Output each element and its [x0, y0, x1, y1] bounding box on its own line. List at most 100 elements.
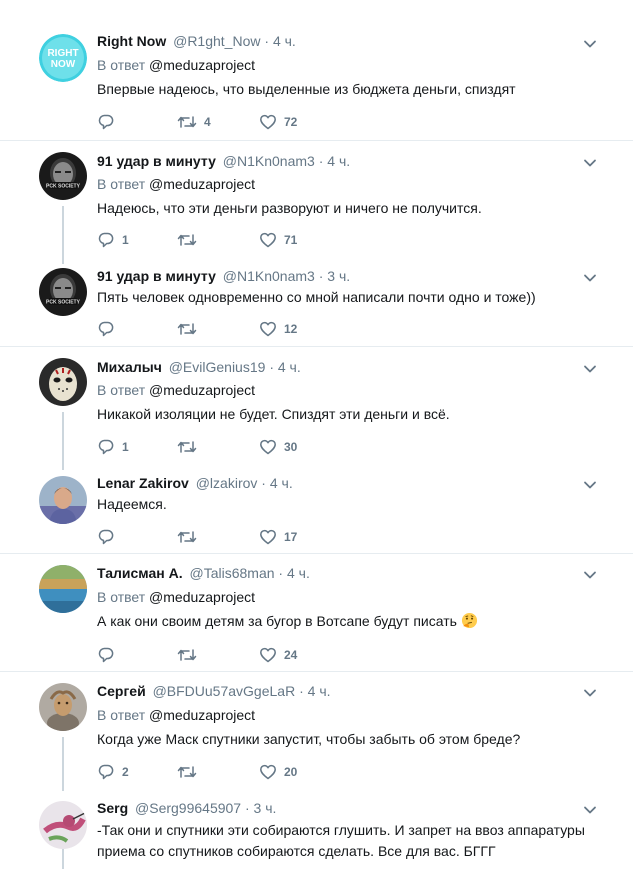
timestamp[interactable]: 4 ч.: [270, 475, 293, 491]
user-handle[interactable]: @EvilGenius19: [169, 359, 266, 375]
tweet[interactable]: RIGHT NOW Right Now @R1ght_Now · 4 ч. В …: [0, 0, 633, 140]
reply-context: В ответ @meduzaproject: [97, 707, 256, 723]
tweet[interactable]: PCK SOCIETY 91 удар в минуту @N1Kn0nam3 …: [0, 141, 633, 261]
user-handle[interactable]: @Talis68man: [189, 565, 274, 581]
display-name[interactable]: 91 удар в минуту: [97, 153, 216, 169]
retweet-button[interactable]: [177, 437, 204, 457]
reply-button[interactable]: [97, 319, 122, 339]
display-name[interactable]: Сергей: [97, 683, 146, 699]
caret-down-icon[interactable]: [582, 155, 598, 171]
display-name[interactable]: Lenar Zakirov: [97, 475, 189, 491]
like-button[interactable]: 12: [259, 319, 297, 339]
avatar[interactable]: [39, 358, 87, 406]
like-button[interactable]: 24: [259, 645, 297, 665]
user-handle[interactable]: @Serg99645907: [135, 800, 241, 816]
timestamp[interactable]: 4 ч.: [327, 153, 350, 169]
mention-link[interactable]: @meduzaproject: [149, 589, 255, 605]
like-button[interactable]: 72: [259, 112, 297, 132]
caret-down-icon[interactable]: [582, 802, 598, 818]
svg-text:PCK SOCIETY: PCK SOCIETY: [46, 184, 81, 190]
reply-context: В ответ @meduzaproject: [97, 176, 256, 192]
avatar[interactable]: PCK SOCIETY: [39, 152, 87, 200]
avatar[interactable]: [39, 801, 87, 849]
user-handle[interactable]: @R1ght_Now: [173, 33, 260, 49]
caret-down-icon[interactable]: [582, 477, 598, 493]
like-button[interactable]: 20: [259, 762, 297, 782]
reply-button[interactable]: 1: [97, 230, 129, 250]
retweet-button[interactable]: [177, 230, 204, 250]
retweet-button[interactable]: [177, 645, 204, 665]
reply-icon: [98, 114, 114, 130]
tweet[interactable]: PCK SOCIETY 91 удар в минуту @N1Kn0nam3 …: [0, 261, 633, 346]
display-name[interactable]: Михалыч: [97, 359, 162, 375]
reply-icon: [98, 529, 114, 545]
timestamp[interactable]: 4 ч.: [287, 565, 310, 581]
like-count: 30: [284, 440, 298, 454]
tweet[interactable]: Сергей @BFDUu57avGgeLaR · 4 ч. В ответ @…: [0, 672, 633, 792]
display-name[interactable]: Right Now: [97, 33, 166, 49]
tweet-header: Serg @Serg99645907 · 3 ч.: [97, 800, 277, 816]
retweet-button[interactable]: [177, 527, 204, 547]
like-button[interactable]: 17: [259, 527, 297, 547]
retweet-count: 4: [204, 115, 211, 129]
retweet-icon: [177, 531, 197, 543]
reply-count: 2: [122, 765, 129, 779]
retweet-button[interactable]: 4: [177, 112, 211, 132]
like-icon: [260, 764, 276, 780]
reply-button[interactable]: [97, 112, 122, 132]
avatar[interactable]: RIGHT NOW: [39, 34, 87, 82]
like-button[interactable]: 71: [259, 230, 297, 250]
mention-link[interactable]: @meduzaproject: [149, 57, 255, 73]
like-icon: [260, 114, 276, 130]
reply-count: 1: [122, 440, 129, 454]
caret-down-icon[interactable]: [582, 361, 598, 377]
display-name[interactable]: 91 удар в минуту: [97, 268, 216, 284]
tweet-actions: 17: [97, 527, 397, 547]
tweet[interactable]: Талисман А. @Talis68man · 4 ч. В ответ @…: [0, 554, 633, 671]
tweet[interactable]: Lenar Zakirov @lzakirov · 4 ч. Надеемся.…: [0, 467, 633, 553]
retweet-icon: [177, 649, 197, 661]
thread-line: [62, 849, 64, 869]
avatar[interactable]: [39, 565, 87, 613]
caret-down-icon[interactable]: [582, 685, 598, 701]
caret-down-icon[interactable]: [582, 567, 598, 583]
display-name[interactable]: Serg: [97, 800, 128, 816]
avatar[interactable]: [39, 476, 87, 524]
like-count: 71: [284, 233, 298, 247]
reply-button[interactable]: 2: [97, 762, 129, 782]
timestamp[interactable]: 4 ч.: [308, 683, 331, 699]
like-icon: [260, 647, 276, 663]
reply-icon: [98, 232, 114, 248]
tweet-text: Впервые надеюсь, что выделенные из бюдже…: [97, 81, 516, 97]
avatar[interactable]: PCK SOCIETY: [39, 268, 87, 316]
tweet[interactable]: Михалыч @EvilGenius19 · 4 ч. В ответ @me…: [0, 347, 633, 467]
user-handle[interactable]: @lzakirov: [196, 475, 258, 491]
tweet-actions: 2 20: [97, 762, 397, 782]
timestamp[interactable]: 3 ч.: [327, 268, 350, 284]
tweet-header: Талисман А. @Talis68man · 4 ч.: [97, 565, 310, 581]
reply-button[interactable]: 1: [97, 437, 129, 457]
mention-link[interactable]: @meduzaproject: [149, 176, 255, 192]
reply-icon: [98, 764, 114, 780]
timestamp[interactable]: 3 ч.: [254, 800, 277, 816]
tweet-text: Надеемся.: [97, 496, 167, 512]
display-name[interactable]: Талисман А.: [97, 565, 183, 581]
retweet-button[interactable]: [177, 319, 204, 339]
mention-link[interactable]: @meduzaproject: [149, 382, 255, 398]
user-handle[interactable]: @BFDUu57avGgeLaR: [153, 683, 296, 699]
reply-button[interactable]: [97, 527, 122, 547]
user-handle[interactable]: @N1Kn0nam3: [223, 268, 315, 284]
user-handle[interactable]: @N1Kn0nam3: [223, 153, 315, 169]
tweet-header: 91 удар в минуту @N1Kn0nam3 · 3 ч.: [97, 268, 351, 284]
avatar[interactable]: [39, 683, 87, 731]
tweet[interactable]: Serg @Serg99645907 · 3 ч. -Так они и спу…: [0, 792, 633, 869]
timestamp[interactable]: 4 ч.: [278, 359, 301, 375]
caret-down-icon[interactable]: [582, 270, 598, 286]
mention-link[interactable]: @meduzaproject: [149, 707, 255, 723]
retweet-button[interactable]: [177, 762, 204, 782]
caret-down-icon[interactable]: [582, 36, 598, 52]
timestamp[interactable]: 4 ч.: [273, 33, 296, 49]
like-button[interactable]: 30: [259, 437, 297, 457]
tweet-header: Сергей @BFDUu57avGgeLaR · 4 ч.: [97, 683, 331, 699]
reply-button[interactable]: [97, 645, 122, 665]
